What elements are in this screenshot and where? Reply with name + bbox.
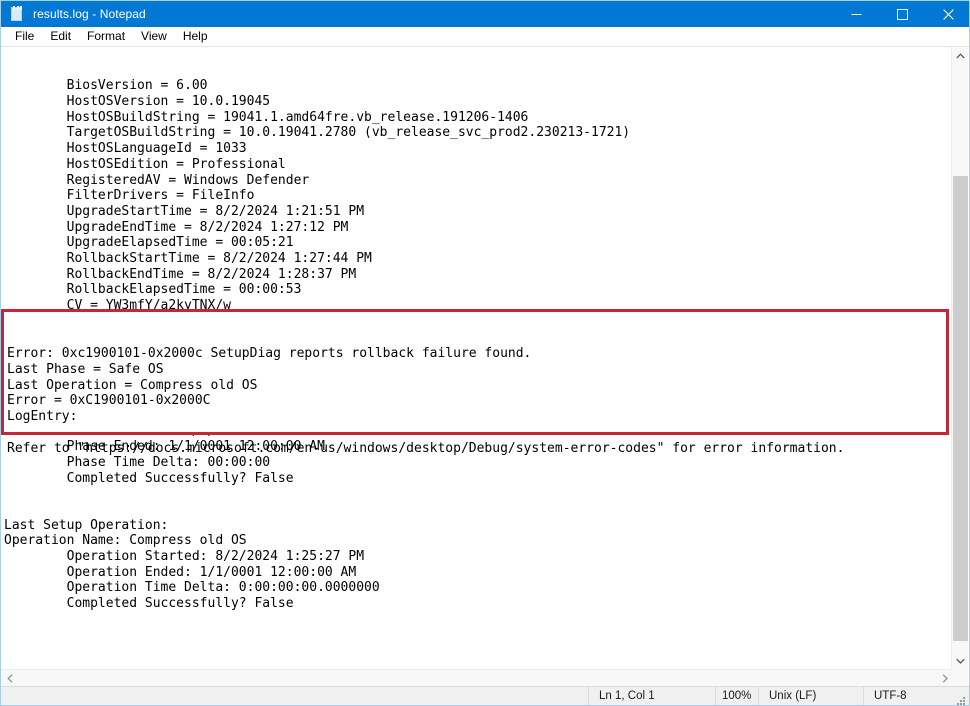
log-line: UpgradeElapsedTime = 00:05:21 xyxy=(1,235,953,251)
title-bar[interactable]: results.log - Notepad xyxy=(1,1,970,27)
menu-item-edit[interactable]: Edit xyxy=(42,27,79,46)
maximize-button[interactable] xyxy=(879,1,925,27)
menu-item-file[interactable]: File xyxy=(7,27,42,46)
log-line: Operation Name: Compress old OS xyxy=(1,533,953,549)
horizontal-scrollbar[interactable] xyxy=(1,669,953,686)
status-line-ending[interactable]: Unix (LF) xyxy=(758,687,863,706)
status-cursor-position[interactable]: Ln 1, Col 1 xyxy=(588,687,715,706)
status-encoding[interactable]: UTF-8 xyxy=(863,687,969,706)
error-log-line: LogEntry: xyxy=(6,409,946,425)
log-line: FilterDrivers = FileInfo xyxy=(1,188,953,204)
error-log-line xyxy=(6,425,946,441)
log-line: RollbackStartTime = 8/2/2024 1:27:44 PM xyxy=(1,251,953,267)
log-line xyxy=(1,486,953,502)
error-log-line: Last Phase = Safe OS xyxy=(6,362,946,378)
notepad-icon xyxy=(9,6,25,22)
log-line: BiosVersion = 6.00 xyxy=(1,78,953,94)
log-line: Operation Time Delta: 0:00:00:00.0000000 xyxy=(1,580,953,596)
log-line: RegisteredAV = Windows Defender xyxy=(1,173,953,189)
log-content: BiosVersion = 6.00 HostOSVersion = 10.0.… xyxy=(1,47,953,643)
error-log-line: Last Operation = Compress old OS xyxy=(6,378,946,394)
window-controls xyxy=(833,1,970,27)
log-line: Completed Successfully? False xyxy=(1,596,953,612)
log-section-top: BiosVersion = 6.00 HostOSVersion = 10.0.… xyxy=(1,78,953,345)
log-line: Operation Started: 8/2/2024 1:25:27 PM xyxy=(1,549,953,565)
log-line: UpgradeStartTime = 8/2/2024 1:21:51 PM xyxy=(1,204,953,220)
chevron-down-icon[interactable] xyxy=(952,652,968,669)
log-line: HostOSEdition = Professional xyxy=(1,157,953,173)
log-line: Operation Ended: 1/1/0001 12:00:00 AM xyxy=(1,565,953,581)
log-line: RollbackEndTime = 8/2/2024 1:28:37 PM xyxy=(1,267,953,283)
error-log-line: Refer to "https://docs.microsoft.com/en-… xyxy=(6,441,946,457)
menu-item-format[interactable]: Format xyxy=(79,27,133,46)
log-line: TargetOSBuildString = 10.0.19041.2780 (v… xyxy=(1,125,953,141)
menu-bar: File Edit Format View Help xyxy=(1,27,970,47)
menu-item-help[interactable]: Help xyxy=(175,27,216,46)
close-button[interactable] xyxy=(925,1,970,27)
chevron-up-icon[interactable] xyxy=(952,47,968,64)
status-zoom-level[interactable]: 100% xyxy=(715,687,758,706)
status-bar: Ln 1, Col 1 100% Unix (LF) UTF-8 xyxy=(1,686,969,706)
error-log-line: Error: 0xc1900101-0x2000c SetupDiag repo… xyxy=(6,346,946,362)
error-block-lines: Error: 0xc1900101-0x2000c SetupDiag repo… xyxy=(4,343,946,456)
log-line: RollbackElapsedTime = 00:00:53 xyxy=(1,282,953,298)
window-title: results.log - Notepad xyxy=(33,1,146,27)
log-line: HostOSLanguageId = 1033 xyxy=(1,141,953,157)
notepad-window: results.log - Notepad File Edit xyxy=(0,0,970,706)
resize-grip-icon[interactable] xyxy=(956,694,966,704)
vertical-scrollbar-thumb[interactable] xyxy=(953,176,968,641)
log-line: HostOSBuildString = 19041.1.amd64fre.vb_… xyxy=(1,110,953,126)
scrollbar-corner xyxy=(951,669,968,686)
error-log-line: Error = 0xC1900101-0x2000C xyxy=(6,393,946,409)
minimize-button[interactable] xyxy=(833,1,879,27)
log-line: Last Setup Operation: xyxy=(1,518,953,534)
vertical-scrollbar[interactable] xyxy=(951,47,968,669)
menu-item-view[interactable]: View xyxy=(133,27,175,46)
log-line: UpgradeEndTime = 8/2/2024 1:27:12 PM xyxy=(1,220,953,236)
text-editor[interactable]: BiosVersion = 6.00 HostOSVersion = 10.0.… xyxy=(1,47,953,669)
chevron-left-icon[interactable] xyxy=(1,670,18,686)
error-highlight-box: Error: 0xc1900101-0x2000c SetupDiag repo… xyxy=(1,309,949,435)
log-line xyxy=(1,502,953,518)
log-line: HostOSVersion = 10.0.19045 xyxy=(1,94,953,110)
